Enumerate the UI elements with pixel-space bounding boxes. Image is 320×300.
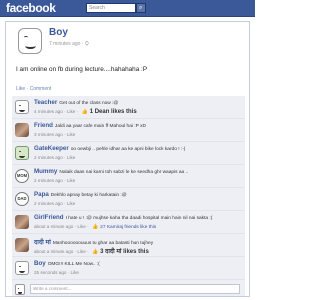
comment-row: Friend Jaldi aa yaar cafe main ff Mahoul … <box>12 119 245 142</box>
comment-meta: 3 minutes ago · Like <box>34 132 76 137</box>
commenter-avatar[interactable] <box>15 123 29 137</box>
post-actions[interactable]: Like · Comment <box>6 85 249 94</box>
comment-meta: 2 minutes ago · Like <box>34 201 76 206</box>
comment-row: Boy OMG!!! KILL Me Now.. :( 25 seconds ag… <box>12 257 245 280</box>
like-count[interactable]: 3 दादी मां likes this <box>100 249 149 255</box>
commenter-avatar[interactable] <box>15 146 29 160</box>
commenter-name[interactable]: Friend Jaldi aa yaar cafe main ff Mahoul … <box>34 122 146 129</box>
commenter-name[interactable]: Boy OMG!!! KILL Me Now.. :( <box>34 260 100 267</box>
comment-text: oo oewbji .. pehle idhar aa ke apni bike… <box>70 147 186 152</box>
comment-text: OMG!!! KILL Me Now.. :( <box>47 262 100 267</box>
commenter-avatar[interactable] <box>15 261 29 275</box>
post-author-name[interactable]: Boy <box>49 27 68 38</box>
like-count[interactable]: 1 Dean likes this <box>90 109 137 115</box>
search-input[interactable]: Search <box>86 3 136 13</box>
dad-avatar[interactable]: DAD <box>15 192 29 206</box>
current-user-avatar <box>15 284 25 295</box>
comment-text: I hate u ! :@ mujhse kaha tha daadi hosp… <box>65 216 213 221</box>
commenter-name[interactable]: GirlFriend I hate u ! :@ mujhse kaha tha … <box>34 214 212 221</box>
commenter-name[interactable]: Mummy Nalaik daas nai karni toh sabzi le … <box>34 168 188 175</box>
like-icon: 👍 <box>91 249 99 255</box>
search-button[interactable]: ⌕ <box>136 3 146 13</box>
comment-meta: about a minute ago · Like · 👍 27 Kamiraj … <box>34 224 157 230</box>
comment-text: Get out of the class now :@ <box>59 101 119 106</box>
comment-row: MOM Mummy Nalaik daas nai karni toh sabzi… <box>12 165 245 188</box>
commenter-name[interactable]: Papa Dekhlo apnay betay ki harkatain :@ <box>34 191 127 198</box>
like-count[interactable]: 27 Kamiraj friends like this <box>100 225 156 230</box>
comment-text: Manhoooooouuus tu ghar aa batasti hun tu… <box>52 241 154 246</box>
post-text: I am online on fb during lecture....haha… <box>16 66 148 73</box>
post-timestamp[interactable]: 7 minutes ago · ⛭ <box>49 41 89 47</box>
comment-row: DAD Papa Dekhlo apnay betay ki harkatain … <box>12 188 245 211</box>
comment-meta: 2 minutes ago · Like <box>34 155 76 160</box>
comment-row: दादी मां Manhoooooouuus tu ghar aa batast… <box>12 234 245 257</box>
post-author-avatar[interactable] <box>18 28 42 54</box>
commenter-avatar[interactable] <box>15 215 29 229</box>
commenter-avatar[interactable] <box>15 238 29 252</box>
commenter-name[interactable]: दादी मां Manhoooooouuus tu ghar aa batast… <box>34 237 153 246</box>
write-comment-row: Write a comment... <box>12 282 245 296</box>
search-icon: ⌕ <box>139 5 143 11</box>
comment-meta: 25 seconds ago · Like <box>34 270 79 275</box>
like-icon: 👍 <box>81 109 88 115</box>
like-icon: 👍 <box>91 224 99 230</box>
comments-section: Teacher Get out of the class now :@ 4 min… <box>12 96 245 296</box>
commenter-name[interactable]: Teacher Get out of the class now :@ <box>34 99 118 106</box>
comment-meta: 2 minutes ago · Like <box>34 178 76 183</box>
facebook-logo[interactable]: facebook <box>6 1 56 15</box>
comment-text: Dekhlo apnay betay ki harkatain :@ <box>50 193 127 198</box>
comment-text: Nalaik daas nai karni toh sabzi le ke se… <box>59 170 189 175</box>
commenter-avatar[interactable] <box>15 100 29 114</box>
comment-row: GateKeeper oo oewbji .. pehle idhar aa ke… <box>12 142 245 165</box>
mom-avatar[interactable]: MOM <box>15 169 29 183</box>
top-navigation-bar: facebook Search ⌕ <box>0 0 255 17</box>
write-comment-input[interactable]: Write a comment... <box>30 284 240 294</box>
comment-row: GirlFriend I hate u ! :@ mujhse kaha tha … <box>12 211 245 234</box>
comment-text: Jaldi aa yaar cafe main ff Mahoul hai :P… <box>54 124 146 129</box>
post-card: Boy 7 minutes ago · ⛭ I am online on fb … <box>5 21 250 297</box>
comment-meta: 4 minutes ago · Like · 👍 1 Dean likes thi… <box>34 109 137 115</box>
commenter-name[interactable]: GateKeeper oo oewbji .. pehle idhar aa ke… <box>34 145 185 152</box>
comment-meta: about a minute ago · Like · 👍 3 दादी मां … <box>34 249 149 255</box>
comment-row: Teacher Get out of the class now :@ 4 min… <box>12 96 245 119</box>
